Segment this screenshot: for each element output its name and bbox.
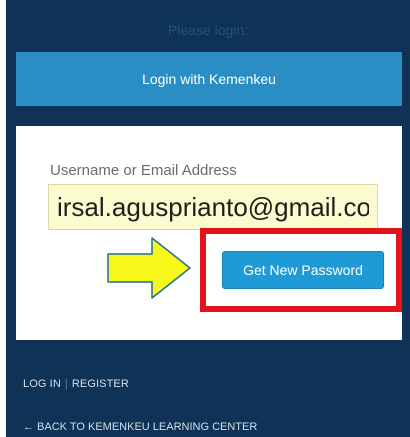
login-page: Please login: Login with Kemenkeu Userna…	[0, 0, 410, 437]
username-input[interactable]	[48, 184, 378, 230]
username-label: Username or Email Address	[50, 162, 237, 179]
get-new-password-button[interactable]: Get New Password	[222, 251, 384, 289]
login-with-kemenkeu-button[interactable]: Login with Kemenkeu	[16, 52, 402, 106]
login-prompt: Please login:	[167, 22, 249, 38]
back-to-learning-center-link[interactable]: ← BACK TO KEMENKEU LEARNING CENTER	[23, 421, 257, 433]
footer-nav: LOG IN | REGISTER	[23, 378, 129, 390]
login-panel: Please login: Login with Kemenkeu Userna…	[6, 0, 410, 437]
register-link[interactable]: REGISTER	[72, 378, 129, 390]
link-separator: |	[64, 378, 68, 390]
arrow-right-icon	[107, 237, 191, 299]
log-in-link[interactable]: LOG IN	[23, 378, 61, 390]
arrow-shape	[107, 237, 191, 299]
